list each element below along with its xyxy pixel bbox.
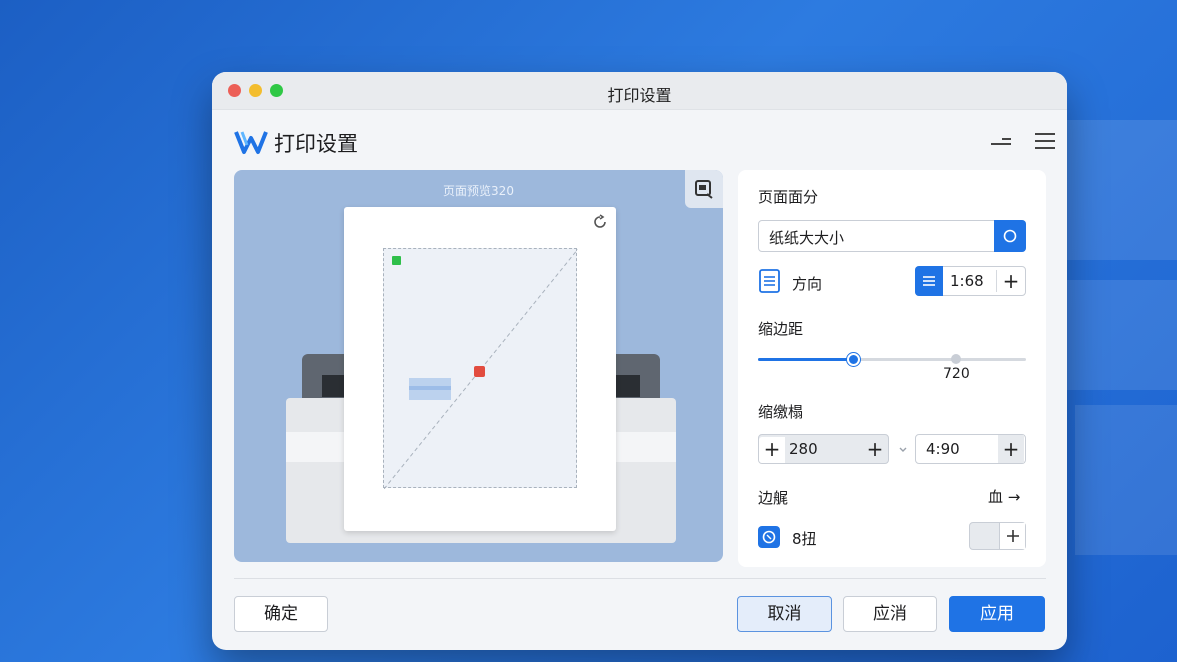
minimize-panel-icon[interactable] [988,128,1014,154]
scale-left-plus-button[interactable]: + [862,437,888,461]
margins-slider[interactable] [758,353,1026,366]
scale-left-minus-button[interactable]: + [759,437,785,463]
chevron-circle-icon [1003,229,1017,243]
print-settings-window: 打印设置 打印设置 页面预览320 页面面分 纸纸大大小 方向 1:68 + 缩… [212,72,1067,650]
wps-logo-icon [234,131,268,154]
scale-left-value: 280 [789,440,818,458]
option-label: 8扭 [792,530,817,548]
paper-sheet [344,207,616,531]
page-section-label: 页面面分 [758,188,819,206]
margins-slider-value: 720 [943,366,970,382]
scale-right-stepper[interactable]: 4:90 + [915,434,1026,464]
option-toggle-knob [999,523,1025,549]
orientation-label: 方向 [792,275,823,293]
paper-size-select[interactable]: 纸纸大大小 [758,220,1026,252]
lines-icon [923,276,935,286]
content-block-line [409,386,451,390]
margins-slider-marker[interactable] [951,354,961,364]
orientation-divider [996,270,997,292]
confirm-button[interactable]: 确定 [234,596,328,632]
wallpaper-pane-2 [1067,280,1177,390]
titlebar: 打印设置 [212,72,1067,110]
scale-right-plus-button[interactable]: + [998,435,1024,463]
margins-label: 缩边距 [758,320,804,338]
paper-size-value: 纸纸大大小 [769,229,845,247]
settings-sidebar: 页面面分 纸纸大大小 方向 1:68 + 缩边距 720 缩缴榻 + 280 +… [738,170,1046,567]
margins-slider-thumb[interactable] [847,353,860,366]
top-left-handle[interactable] [392,256,401,265]
paper-size-dropdown-button[interactable] [994,220,1026,252]
scale-right-value: 4:90 [926,440,960,458]
preview-label: 页面预览320 [443,184,514,198]
border-action-text: 血 [988,488,1004,506]
refresh-icon[interactable] [592,214,608,230]
orientation-value: 1:68 [950,272,984,290]
orientation-stepper[interactable]: 1:68 + [915,266,1026,296]
preview-tool-button[interactable] [685,170,723,208]
window-title: 打印设置 [607,86,672,105]
apply-secondary-button[interactable]: 应消 [843,596,937,632]
orientation-toggle-button[interactable] [915,266,943,296]
orientation-icon [759,269,780,293]
scale-label: 缩缴榻 [758,403,804,421]
border-label: 边艉 [758,489,789,507]
wallpaper-pane-3 [1075,405,1177,555]
sparkle-icon [1007,530,1019,542]
border-action-link[interactable]: 血 → [988,486,1020,507]
print-icon [695,180,713,199]
orientation-plus-button[interactable]: + [998,269,1024,293]
margins-slider-fill [758,358,854,361]
app-header: 打印设置 [234,124,1055,160]
wallpaper-pane-1 [1067,120,1177,260]
center-handle[interactable] [474,366,485,377]
app-title: 打印设置 [274,132,358,156]
footer-separator [234,578,1046,579]
menu-icon[interactable] [1032,128,1058,154]
option-badge-icon [758,526,780,548]
apply-button[interactable]: 应用 [949,596,1045,632]
printable-area [383,248,578,489]
scale-link-chevron-icon [899,447,907,452]
option-toggle[interactable] [969,522,1026,550]
arrow-right-icon: → [1007,488,1021,506]
cancel-button[interactable]: 取消 [737,596,832,632]
print-preview: 页面预览320 [234,170,723,562]
scale-left-stepper[interactable]: + 280 + [758,434,889,464]
